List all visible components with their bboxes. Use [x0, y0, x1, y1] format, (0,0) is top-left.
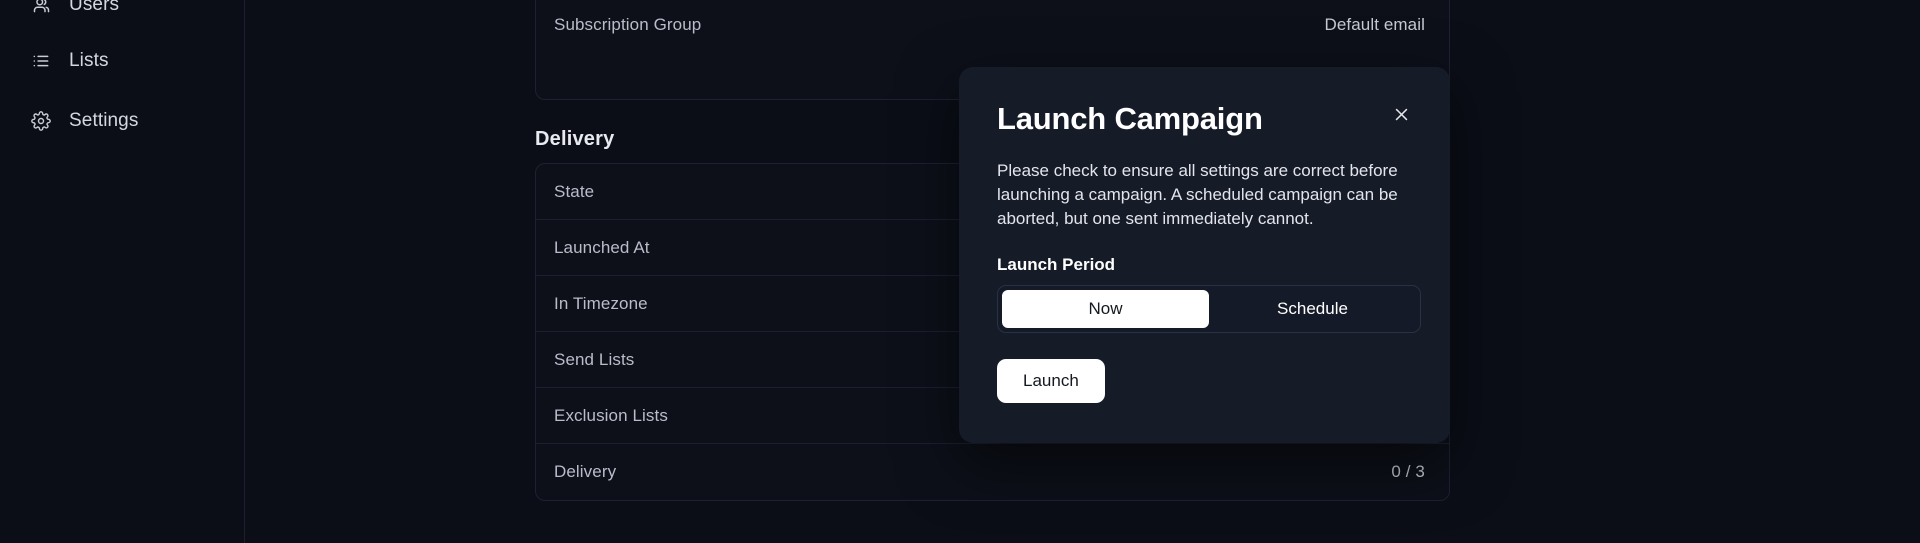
- modal-description: Please check to ensure all settings are …: [997, 161, 1398, 229]
- modal-title: Launch Campaign: [997, 101, 1263, 136]
- row-label: Subscription Group: [554, 15, 702, 34]
- sidebar-item-settings[interactable]: Settings: [0, 91, 244, 151]
- row-label: Send Lists: [554, 349, 635, 369]
- row-label: Exclusion Lists: [554, 405, 668, 425]
- launch-period-option-schedule[interactable]: Schedule: [1209, 290, 1416, 328]
- launch-period-label: Launch Period: [997, 255, 1116, 275]
- sidebar-item-lists[interactable]: Lists: [0, 31, 244, 91]
- table-row[interactable]: Delivery 0 / 3: [536, 444, 1449, 500]
- row-label: In Timezone: [554, 293, 648, 313]
- row-value: Default email: [1324, 15, 1425, 34]
- sidebar-item-users[interactable]: Users: [0, 0, 244, 35]
- main-content: Provider SES Email Subscription Group De…: [245, 0, 1920, 543]
- users-icon: [30, 0, 52, 16]
- sidebar-item-label: Users: [69, 0, 120, 15]
- row-label: State: [554, 181, 595, 201]
- launch-period-segmented-control: Now Schedule: [997, 285, 1421, 334]
- sidebar: Users Lists Settings: [0, 0, 245, 543]
- launch-campaign-modal: Launch Campaign Please check to ensure a…: [959, 67, 1450, 444]
- list-icon: [30, 50, 52, 72]
- sidebar-item-label: Lists: [69, 50, 109, 71]
- close-icon[interactable]: [1386, 99, 1416, 129]
- row-value: 0 / 3: [1391, 462, 1425, 481]
- table-row[interactable]: Subscription Group Default email: [536, 0, 1449, 53]
- row-label: Delivery: [554, 462, 617, 481]
- sidebar-item-label: Settings: [69, 110, 139, 131]
- app-root: Users Lists Settings Subscription Group …: [0, 0, 1920, 543]
- row-label: Launched At: [554, 237, 650, 257]
- launch-period-option-now[interactable]: Now: [1002, 290, 1209, 329]
- launch-button[interactable]: Launch: [997, 359, 1105, 404]
- section-title-delivery: Delivery: [535, 128, 615, 150]
- gear-icon: [30, 110, 52, 132]
